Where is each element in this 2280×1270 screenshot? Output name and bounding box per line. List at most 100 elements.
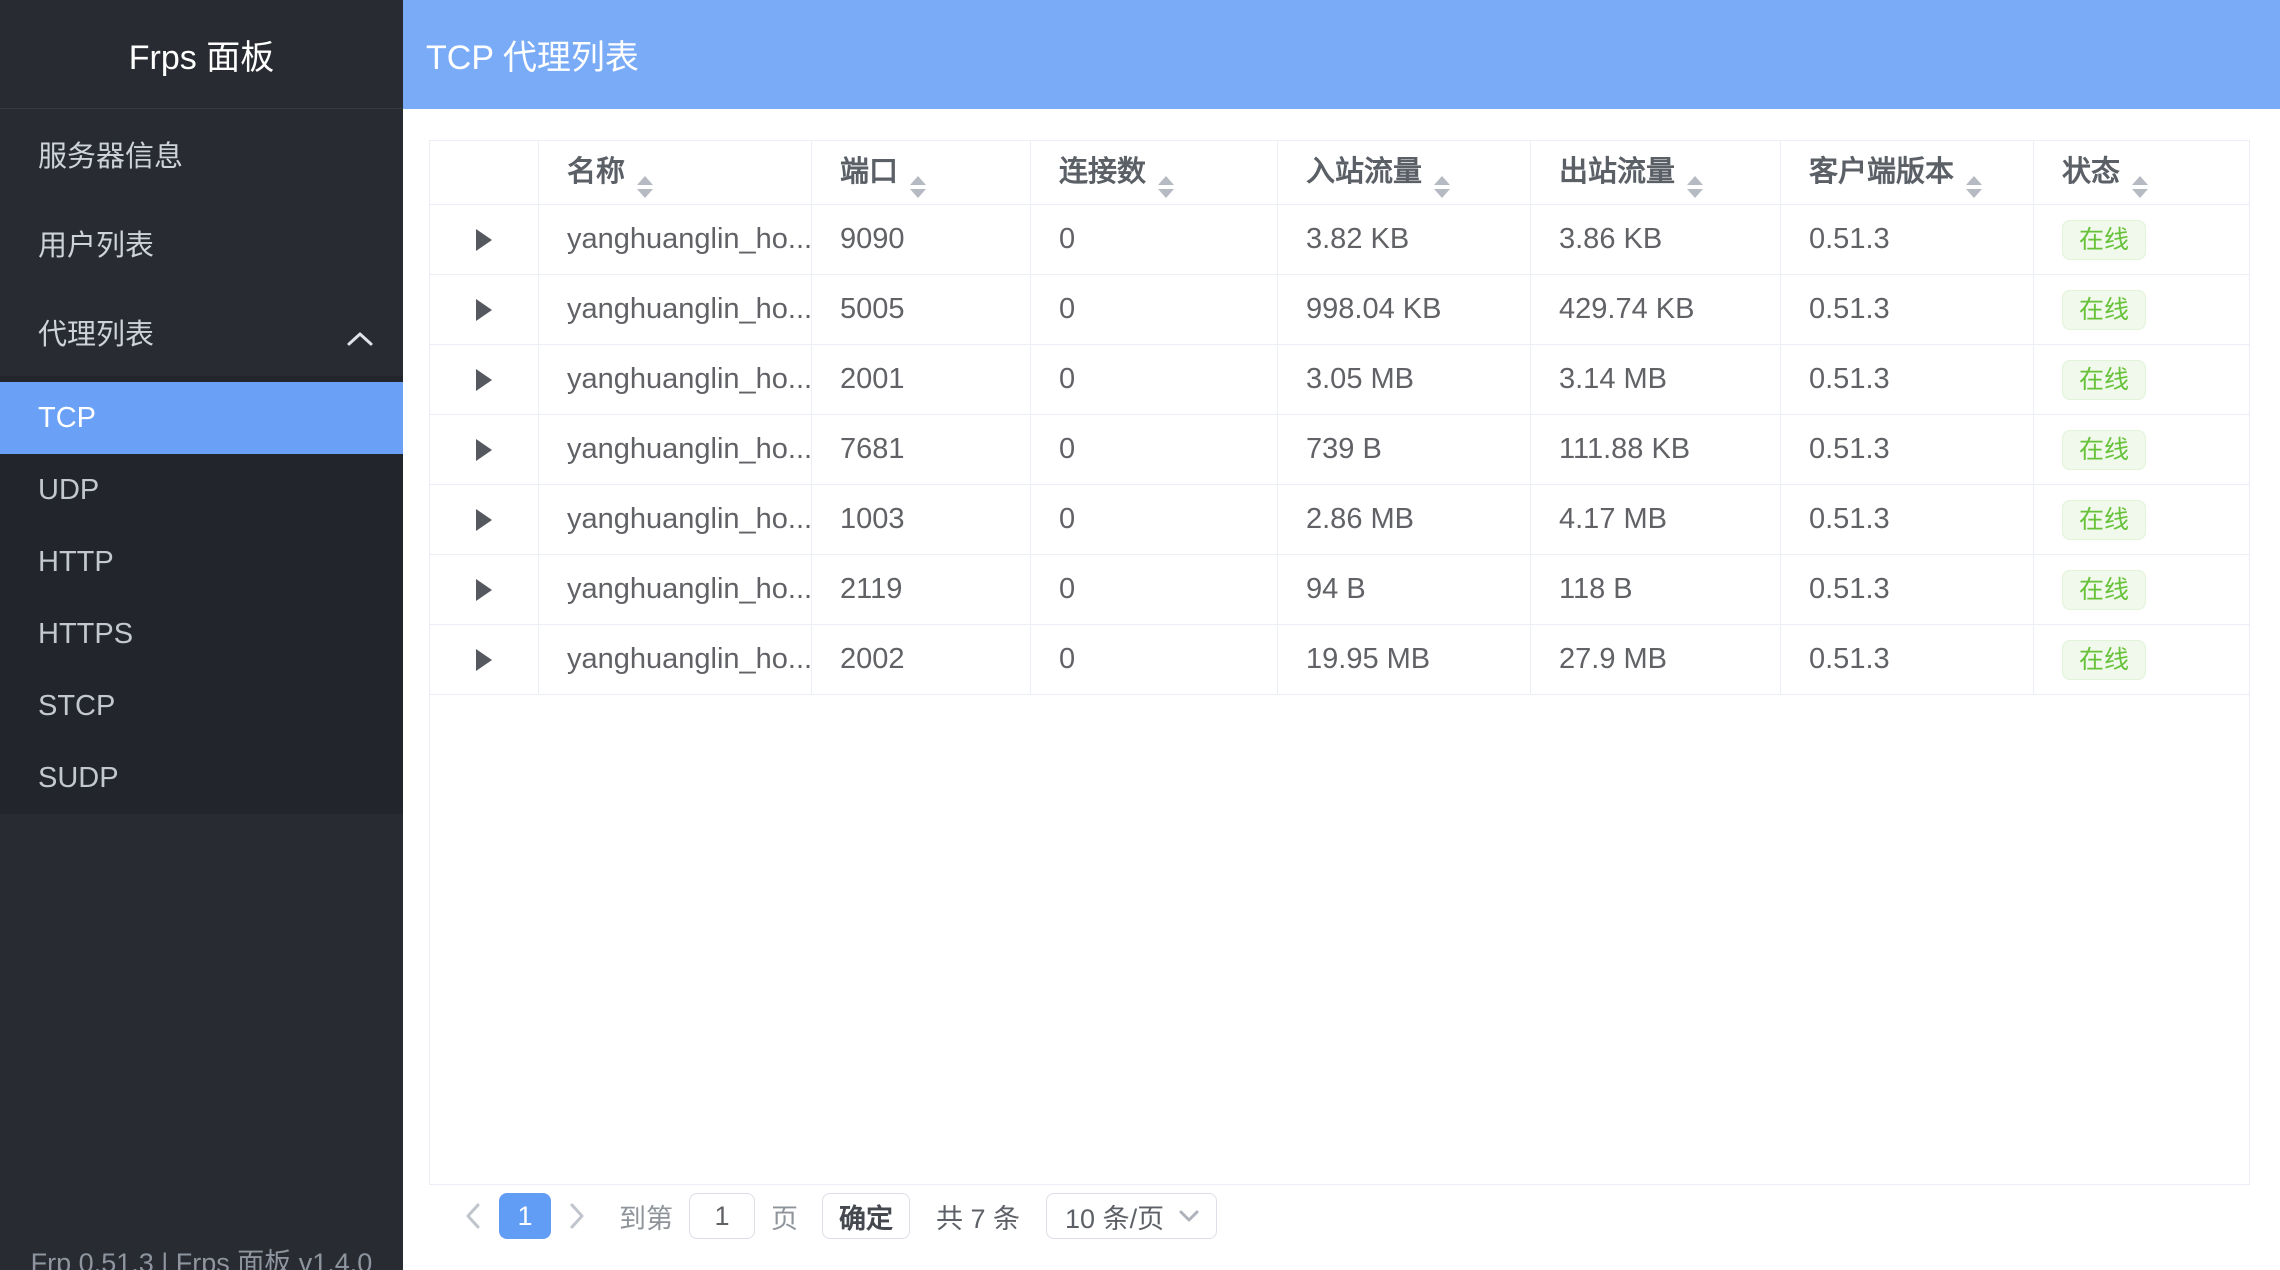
column-label: 入站流量 bbox=[1306, 156, 1422, 188]
column-label: 客户端版本 bbox=[1809, 156, 1954, 188]
sort-icon[interactable] bbox=[1966, 176, 1982, 198]
cell-traffic-out: 429.74 KB bbox=[1531, 275, 1781, 345]
sidebar-item-tcp[interactable]: TCP bbox=[0, 382, 403, 454]
cell-connections: 0 bbox=[1031, 555, 1278, 625]
goto-page-input[interactable] bbox=[689, 1193, 755, 1239]
sidebar-item-https[interactable]: HTTPS bbox=[0, 598, 403, 670]
sidebar: Frps 面板 服务器信息 用户列表 代理列表 TCP UDP HTTP HTT… bbox=[0, 0, 403, 1270]
column-header-connections[interactable]: 连接数 bbox=[1031, 141, 1278, 205]
sidebar-item-udp[interactable]: UDP bbox=[0, 454, 403, 526]
cell-traffic-out: 118 B bbox=[1531, 555, 1781, 625]
status-badge: 在线 bbox=[2062, 290, 2146, 330]
cell-connections: 0 bbox=[1031, 275, 1278, 345]
column-header-traffic-in[interactable]: 入站流量 bbox=[1278, 141, 1531, 205]
cell-version: 0.51.3 bbox=[1781, 345, 2034, 415]
sort-icon[interactable] bbox=[1687, 176, 1703, 198]
cell-connections: 0 bbox=[1031, 485, 1278, 555]
prev-page-button[interactable] bbox=[455, 1192, 491, 1240]
cell-traffic-in: 3.05 MB bbox=[1278, 345, 1531, 415]
sidebar-item-user-list[interactable]: 用户列表 bbox=[0, 198, 403, 287]
cell-traffic-in: 998.04 KB bbox=[1278, 275, 1531, 345]
row-expand-icon[interactable] bbox=[476, 439, 492, 461]
version-footer: Frp 0.51.3 | Frps 面板 v1.4.0 bbox=[0, 1241, 403, 1270]
cell-traffic-out: 3.14 MB bbox=[1531, 345, 1781, 415]
column-label: 连接数 bbox=[1059, 156, 1146, 188]
cell-version: 0.51.3 bbox=[1781, 275, 2034, 345]
sidebar-item-label: HTTPS bbox=[38, 618, 133, 651]
cell-port: 9090 bbox=[812, 205, 1031, 275]
app-title: Frps 面板 bbox=[0, 0, 403, 109]
sort-icon[interactable] bbox=[637, 176, 653, 198]
sidebar-item-sudp[interactable]: SUDP bbox=[0, 742, 403, 814]
chevron-up-icon bbox=[345, 323, 375, 341]
row-expand-icon[interactable] bbox=[476, 649, 492, 671]
sidebar-item-label: HTTP bbox=[38, 546, 114, 579]
page-number-button[interactable]: 1 bbox=[499, 1193, 551, 1239]
page-title: TCP 代理列表 bbox=[426, 30, 639, 79]
sort-icon[interactable] bbox=[2132, 176, 2148, 198]
sidebar-item-server-info[interactable]: 服务器信息 bbox=[0, 109, 403, 198]
cell-version: 0.51.3 bbox=[1781, 205, 2034, 275]
table-row: yanghuanglin_ho... 2119 0 94 B 118 B 0.5… bbox=[430, 555, 2249, 625]
cell-traffic-in: 94 B bbox=[1278, 555, 1531, 625]
next-page-button[interactable] bbox=[559, 1192, 595, 1240]
table-row: yanghuanglin_ho... 5005 0 998.04 KB 429.… bbox=[430, 275, 2249, 345]
cell-traffic-out: 4.17 MB bbox=[1531, 485, 1781, 555]
row-expand-icon[interactable] bbox=[476, 299, 492, 321]
row-expand-icon[interactable] bbox=[476, 229, 492, 251]
column-header-client-version[interactable]: 客户端版本 bbox=[1781, 141, 2034, 205]
chevron-down-icon bbox=[1178, 1209, 1200, 1223]
status-badge: 在线 bbox=[2062, 570, 2146, 610]
status-badge: 在线 bbox=[2062, 640, 2146, 680]
pagination-bar: 1 到第 页 确定 共 7 条 10 条/页 bbox=[455, 1192, 1217, 1240]
total-count-label: 共 7 条 bbox=[936, 1197, 1020, 1236]
column-label: 名称 bbox=[567, 156, 625, 188]
column-header-name[interactable]: 名称 bbox=[539, 141, 812, 205]
column-header-traffic-out[interactable]: 出站流量 bbox=[1531, 141, 1781, 205]
sidebar-item-http[interactable]: HTTP bbox=[0, 526, 403, 598]
cell-version: 0.51.3 bbox=[1781, 625, 2034, 695]
cell-version: 0.51.3 bbox=[1781, 415, 2034, 485]
column-label: 出站流量 bbox=[1559, 156, 1675, 188]
row-expand-icon[interactable] bbox=[476, 579, 492, 601]
sort-icon[interactable] bbox=[1434, 176, 1450, 198]
sidebar-item-stcp[interactable]: STCP bbox=[0, 670, 403, 742]
cell-connections: 0 bbox=[1031, 205, 1278, 275]
cell-port: 2002 bbox=[812, 625, 1031, 695]
sidebar-item-proxy-list[interactable]: 代理列表 bbox=[0, 287, 403, 376]
row-expand-icon[interactable] bbox=[476, 369, 492, 391]
status-badge: 在线 bbox=[2062, 500, 2146, 540]
cell-name: yanghuanglin_ho... bbox=[539, 345, 812, 415]
sidebar-menu: 服务器信息 用户列表 代理列表 bbox=[0, 109, 403, 376]
proxy-table: 名称 端口 连接数 入站流量 出站流量 客户端版本 状态 yanghuangli… bbox=[429, 140, 2250, 1185]
sort-icon[interactable] bbox=[1158, 176, 1174, 198]
cell-traffic-in: 3.82 KB bbox=[1278, 205, 1531, 275]
column-label: 状态 bbox=[2062, 156, 2120, 188]
cell-connections: 0 bbox=[1031, 625, 1278, 695]
cell-version: 0.51.3 bbox=[1781, 485, 2034, 555]
sidebar-item-label: 用户列表 bbox=[38, 222, 154, 264]
cell-version: 0.51.3 bbox=[1781, 555, 2034, 625]
cell-traffic-in: 739 B bbox=[1278, 415, 1531, 485]
cell-connections: 0 bbox=[1031, 345, 1278, 415]
page-size-select[interactable]: 10 条/页 bbox=[1046, 1193, 1217, 1239]
column-header-status[interactable]: 状态 bbox=[2034, 141, 2249, 205]
table-header-row: 名称 端口 连接数 入站流量 出站流量 客户端版本 状态 bbox=[430, 141, 2249, 205]
cell-traffic-out: 111.88 KB bbox=[1531, 415, 1781, 485]
column-header-port[interactable]: 端口 bbox=[812, 141, 1031, 205]
sidebar-item-label: 代理列表 bbox=[38, 311, 154, 353]
cell-connections: 0 bbox=[1031, 415, 1278, 485]
table-row: yanghuanglin_ho... 9090 0 3.82 KB 3.86 K… bbox=[430, 205, 2249, 275]
cell-name: yanghuanglin_ho... bbox=[539, 415, 812, 485]
sidebar-item-label: TCP bbox=[38, 402, 96, 435]
confirm-button[interactable]: 确定 bbox=[822, 1193, 910, 1239]
sort-icon[interactable] bbox=[910, 176, 926, 198]
chevron-left-icon bbox=[463, 1201, 483, 1231]
status-badge: 在线 bbox=[2062, 220, 2146, 260]
row-expand-icon[interactable] bbox=[476, 509, 492, 531]
cell-traffic-in: 2.86 MB bbox=[1278, 485, 1531, 555]
table-row: yanghuanglin_ho... 2001 0 3.05 MB 3.14 M… bbox=[430, 345, 2249, 415]
cell-port: 2119 bbox=[812, 555, 1031, 625]
cell-traffic-out: 3.86 KB bbox=[1531, 205, 1781, 275]
status-badge: 在线 bbox=[2062, 430, 2146, 470]
